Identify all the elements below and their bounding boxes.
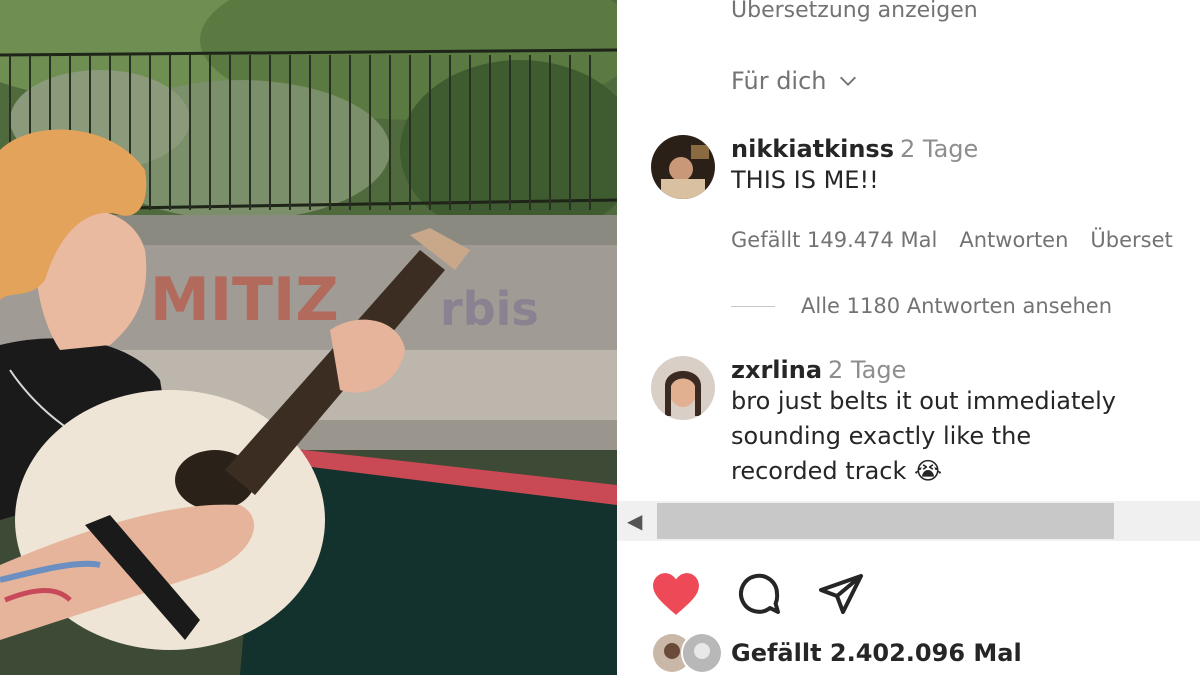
show-translation-link[interactable]: Übersetzung anzeigen bbox=[731, 0, 978, 23]
comment-text-line: recorded track 😭 bbox=[731, 457, 943, 485]
comment-time: 2 Tage bbox=[899, 135, 979, 163]
likes-count: Gefällt 2.402.096 Mal bbox=[731, 639, 1022, 667]
scroll-left-arrow-icon[interactable]: ◀ bbox=[627, 509, 642, 533]
translate-button[interactable]: Überset bbox=[1090, 228, 1172, 252]
comment-item: nikkiatkinss 2 Tage THIS IS ME!! Gefällt … bbox=[651, 135, 1200, 285]
svg-text:MITIZ: MITIZ bbox=[150, 265, 339, 335]
likes-summary[interactable]: Gefällt 2.402.096 Mal bbox=[651, 632, 1022, 674]
comment-meta: Gefällt 149.474 Mal Antworten Überset bbox=[731, 228, 1195, 252]
comment-sort-dropdown[interactable]: Für dich bbox=[731, 67, 859, 95]
post-photo[interactable]: MITIZ rbis bbox=[0, 0, 617, 675]
comment-text-line: bro just belts it out immediately bbox=[731, 387, 1117, 415]
comment-body: zxrlina 2 Tage bro just belts it out imme… bbox=[731, 356, 1200, 489]
comment-item: zxrlina 2 Tage bro just belts it out imme… bbox=[651, 356, 1200, 506]
comment-icon[interactable] bbox=[735, 570, 783, 618]
heart-filled-icon[interactable] bbox=[651, 571, 701, 617]
reply-button[interactable]: Antworten bbox=[959, 228, 1068, 252]
chevron-down-icon bbox=[839, 76, 856, 86]
comment-username[interactable]: zxrlina bbox=[731, 356, 822, 384]
comment-username[interactable]: nikkiatkinss bbox=[731, 135, 894, 163]
view-replies-button[interactable]: Alle 1180 Antworten ansehen bbox=[731, 294, 1112, 318]
avatar[interactable] bbox=[651, 356, 715, 420]
horizontal-scrollbar[interactable]: ◀ bbox=[617, 501, 1200, 541]
comment-time: 2 Tage bbox=[828, 356, 907, 384]
view-replies-label: Alle 1180 Antworten ansehen bbox=[801, 294, 1113, 318]
comments-panel: Übersetzung anzeigen Für dich nikkiatkin… bbox=[617, 0, 1200, 675]
svg-text:rbis: rbis bbox=[440, 282, 539, 336]
share-icon[interactable] bbox=[817, 570, 865, 618]
action-bar bbox=[651, 570, 865, 618]
avatar bbox=[681, 632, 723, 674]
comment-likes[interactable]: Gefällt 149.474 Mal bbox=[731, 228, 937, 252]
scrollbar-thumb[interactable] bbox=[657, 503, 1114, 539]
comment-text-line: sounding exactly like the bbox=[731, 422, 1032, 450]
sort-label: Für dich bbox=[731, 67, 827, 95]
divider bbox=[731, 305, 775, 307]
comment-body: nikkiatkinss 2 Tage THIS IS ME!! bbox=[731, 135, 1200, 198]
comment-text: THIS IS ME!! bbox=[731, 166, 879, 194]
avatar[interactable] bbox=[651, 135, 715, 199]
